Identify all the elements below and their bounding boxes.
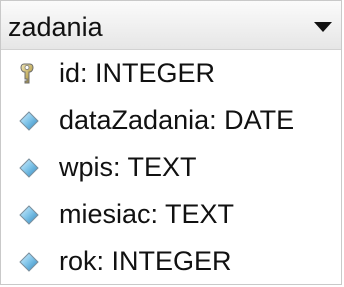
field-label: dataZadania: DATE bbox=[59, 105, 295, 135]
dropdown-toggle[interactable] bbox=[305, 9, 341, 41]
entity-table[interactable]: zadania id: INTEGER dataZadania: DATE wp… bbox=[0, 0, 342, 285]
field-row-rok[interactable]: rok: INTEGER bbox=[1, 238, 341, 285]
field-label: id: INTEGER bbox=[59, 58, 216, 88]
field-label: rok: INTEGER bbox=[59, 246, 232, 276]
primary-key-icon bbox=[20, 63, 34, 84]
field-row-datazadania[interactable]: dataZadania: DATE bbox=[1, 97, 341, 144]
field-diamond-icon bbox=[19, 158, 39, 178]
field-row-wpis[interactable]: wpis: TEXT bbox=[1, 144, 341, 191]
table-header[interactable]: zadania bbox=[1, 1, 341, 50]
field-row-miesiac[interactable]: miesiac: TEXT bbox=[1, 191, 341, 238]
field-list: id: INTEGER dataZadania: DATE wpis: TEXT… bbox=[1, 50, 341, 285]
field-diamond-icon bbox=[19, 205, 39, 225]
field-row-id[interactable]: id: INTEGER bbox=[1, 50, 341, 97]
chevron-down-icon bbox=[314, 22, 332, 32]
table-title: zadania bbox=[8, 12, 103, 42]
field-diamond-icon bbox=[19, 111, 39, 131]
field-label: wpis: TEXT bbox=[59, 152, 197, 182]
field-label: miesiac: TEXT bbox=[59, 199, 235, 229]
field-diamond-icon bbox=[19, 252, 39, 272]
